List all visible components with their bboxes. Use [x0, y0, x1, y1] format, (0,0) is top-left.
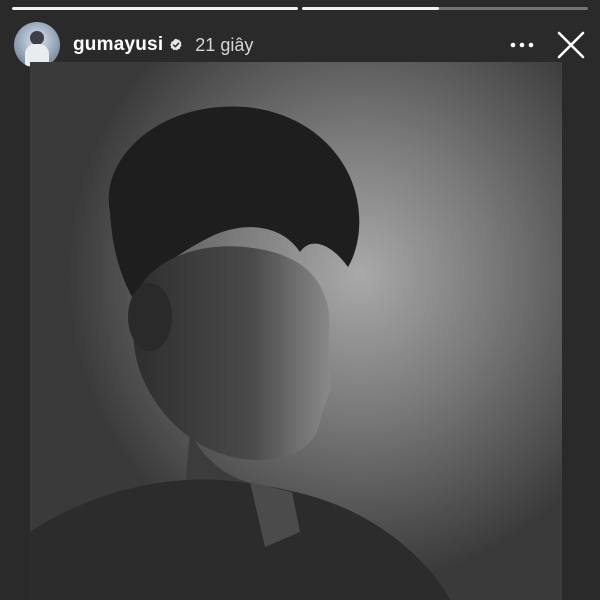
more-options-button[interactable]: [504, 30, 540, 60]
more-options-icon: [510, 42, 534, 48]
progress-segment-1: [12, 7, 298, 10]
story-timestamp: 21 giây: [195, 34, 254, 55]
progress-fill-2: [302, 7, 440, 10]
story-photo[interactable]: [30, 62, 562, 600]
verified-badge-icon: [169, 38, 183, 52]
portrait-photo: [30, 62, 562, 600]
story-progress-bar: [12, 7, 588, 10]
username[interactable]: gumayusi: [73, 34, 163, 56]
story-viewer: gumayusi 21 giây: [0, 0, 600, 600]
avatar-head: [30, 31, 44, 45]
close-button[interactable]: [554, 28, 588, 62]
close-icon: [557, 31, 585, 59]
progress-fill-1: [12, 7, 298, 10]
progress-segment-2: [302, 7, 588, 10]
